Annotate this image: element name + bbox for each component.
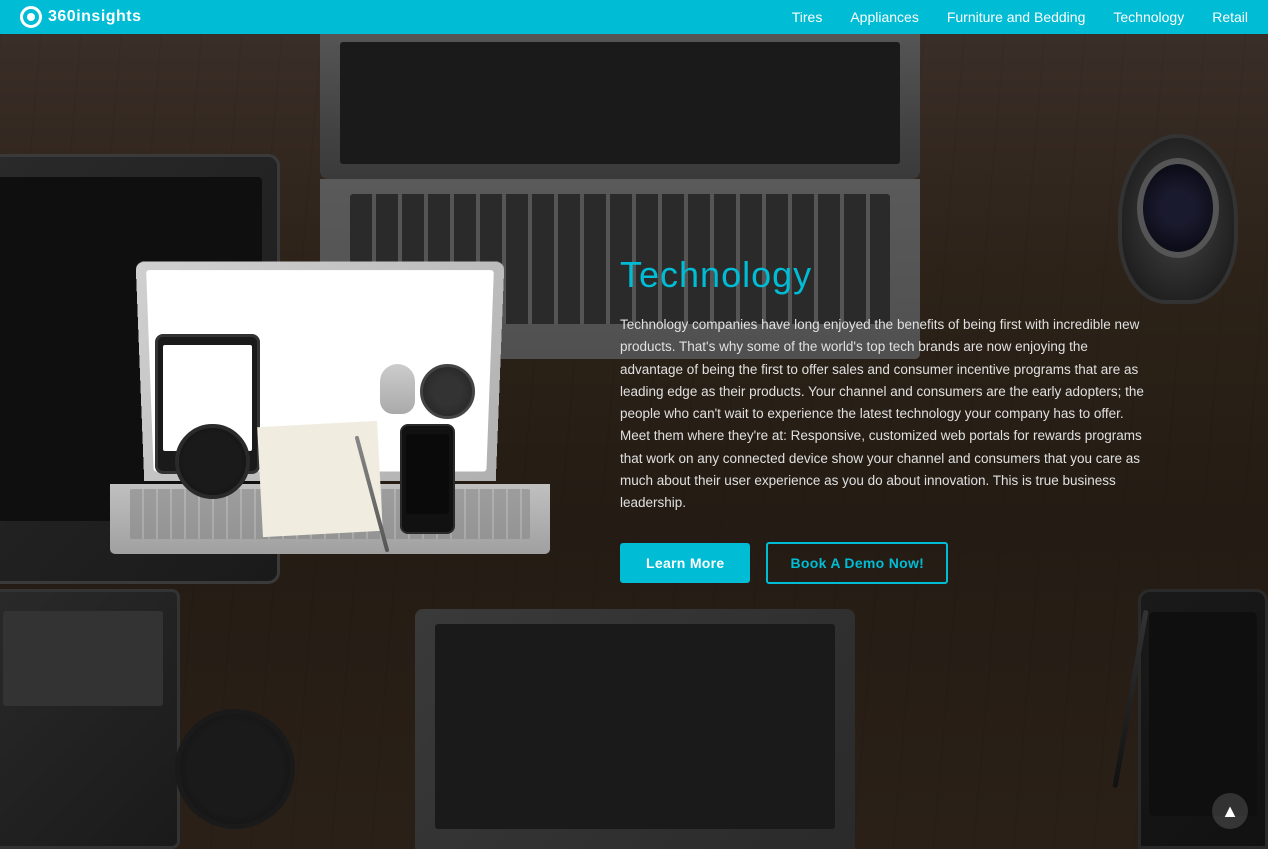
- notepad: [257, 421, 383, 537]
- logo-text: 360insights: [48, 8, 142, 26]
- nav-technology[interactable]: Technology: [1113, 9, 1184, 25]
- coffee-cup: [175, 424, 250, 499]
- main-content: Technology Technology companies have lon…: [0, 34, 1268, 849]
- camera-table: [420, 364, 475, 419]
- phone-table-screen: [406, 434, 449, 514]
- phone-table: [400, 424, 455, 534]
- learn-more-button[interactable]: Learn More: [620, 543, 750, 583]
- laptop-top: [320, 34, 920, 179]
- logo-area: 360insights: [20, 6, 142, 28]
- bottom-right-screen: [1149, 612, 1257, 816]
- bottom-coffee-cup: [175, 709, 295, 829]
- bottom-right-phone: [1138, 589, 1268, 849]
- nav-appliances[interactable]: Appliances: [850, 9, 919, 25]
- bottom-center-tablet: [415, 609, 855, 849]
- bottom-center-screen: [435, 624, 835, 829]
- scroll-up-button[interactable]: ▲: [1212, 793, 1248, 829]
- nav-tires[interactable]: Tires: [792, 9, 823, 25]
- right-camera-lens: [1137, 158, 1219, 258]
- book-demo-button[interactable]: Book A Demo Now!: [766, 542, 948, 584]
- logo-icon: [20, 6, 42, 28]
- nav-furniture[interactable]: Furniture and Bedding: [947, 9, 1086, 25]
- button-row: Learn More Book A Demo Now!: [620, 542, 1150, 584]
- mouse: [380, 364, 415, 414]
- content-title: Technology: [620, 254, 1150, 296]
- main-nav: Tires Appliances Furniture and Bedding T…: [792, 9, 1248, 25]
- bottom-card: [3, 611, 163, 706]
- laptop-top-screen: [340, 42, 900, 164]
- navbar: 360insights Tires Appliances Furniture a…: [0, 0, 1268, 34]
- content-section: Technology Technology companies have lon…: [620, 254, 1150, 584]
- content-body: Technology companies have long enjoyed t…: [620, 314, 1150, 514]
- bottom-tablet-left: [0, 589, 180, 849]
- nav-retail[interactable]: Retail: [1212, 9, 1248, 25]
